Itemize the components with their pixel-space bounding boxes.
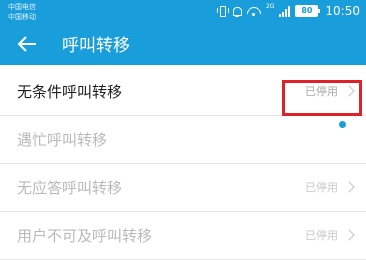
row-unreachable-forwarding[interactable]: 用户不可及呼叫转移 已停用 [0,212,366,260]
chevron-right-icon [343,229,355,241]
row-label: 用户不可及呼叫转移 [17,227,153,245]
row-no-answer-forwarding[interactable]: 无应答呼叫转移 已停用 [0,164,366,212]
battery-level: 80 [301,6,313,15]
wifi-icon [247,6,261,17]
signal-icon [279,5,291,17]
carrier-2: 中国移动 [8,13,36,21]
row-status: 已停用 [305,229,338,242]
network-type: 2G [265,3,275,10]
app-bar: 中国电信 中国移动 2G 80 10:50 呼叫转移 [0,0,366,65]
carrier-info: 中国电信 中国移动 [8,2,36,22]
highlight-box [282,80,362,116]
arrow-left-icon [17,36,36,52]
clock: 10:50 [325,4,360,18]
carrier-1: 中国电信 [8,3,36,11]
page-title: 呼叫转移 [62,36,130,56]
row-label: 无应答呼叫转移 [17,179,123,197]
row-status: 已停用 [305,181,338,194]
back-button[interactable] [16,34,38,54]
row-busy-forwarding[interactable]: 遇忙呼叫转移 [0,116,366,164]
vibrate-icon [216,5,229,17]
loading-indicator [339,121,346,128]
status-bar-icons: 2G 80 10:50 [216,3,360,19]
bell-icon [232,6,242,17]
chevron-right-icon [343,181,355,193]
battery-icon: 80 [295,5,321,17]
row-label: 无条件呼叫转移 [17,83,123,101]
row-label: 遇忙呼叫转移 [17,131,108,149]
